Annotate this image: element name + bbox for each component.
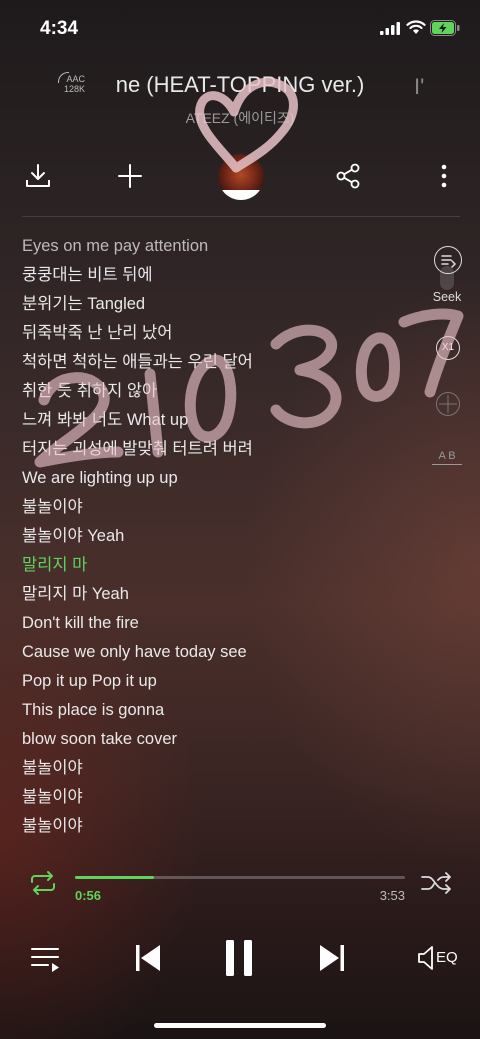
speaker-icon <box>418 946 433 970</box>
playback-speed-button[interactable]: X1 <box>436 336 460 360</box>
song-title[interactable]: ne (HEAT-TOPPING ver.) <box>0 72 480 98</box>
lyric-line[interactable]: 터지는 괴성에 발맞춰 터트려 버려 <box>22 435 422 464</box>
battery-charging-icon <box>430 20 460 36</box>
eq-label: EQ <box>436 949 458 966</box>
status-time: 4:34 <box>40 18 79 39</box>
lyric-line[interactable]: 느껴 봐봐 너도 What up <box>22 406 422 435</box>
lyric-line[interactable]: 뒤죽박죽 난 난리 났어 <box>22 319 422 348</box>
lyric-line[interactable]: We are lighting up up <box>22 464 422 493</box>
wifi-icon <box>406 20 426 34</box>
cellular-signal-icon <box>380 22 400 35</box>
album-art-thumbnail[interactable] <box>218 154 264 200</box>
lyric-line[interactable]: Don't kill the fire <box>22 609 422 638</box>
home-indicator[interactable] <box>154 1023 326 1028</box>
more-vertical-icon <box>441 164 447 188</box>
share-icon <box>336 163 360 189</box>
lyric-line[interactable]: 불놀이야 <box>22 754 422 783</box>
artist-name[interactable]: ATEEZ (에이티즈) <box>0 108 480 128</box>
lyric-line[interactable]: 불놀이야 <box>22 493 422 522</box>
lyric-line[interactable]: Cause we only have today see <box>22 638 422 667</box>
add-to-playlist-button[interactable] <box>114 160 146 192</box>
progress-bar[interactable] <box>75 876 405 879</box>
lyric-line[interactable]: 쿵쿵대는 비트 뒤에 <box>22 261 422 290</box>
header-divider <box>22 216 460 217</box>
lyric-line[interactable]: 불놀이야 <box>22 812 422 841</box>
pause-icon[interactable] <box>222 938 256 978</box>
lyric-line-current[interactable]: 말리지 마 <box>22 551 422 580</box>
repeat-icon[interactable] <box>26 870 60 896</box>
lyric-line[interactable]: 척하면 척하는 애들과는 우린 달어 <box>22 348 422 377</box>
lyric-line[interactable]: Pop it up Pop it up <box>22 667 422 696</box>
next-track-icon[interactable] <box>316 942 346 974</box>
shuffle-icon[interactable] <box>420 872 454 894</box>
ab-repeat-button[interactable]: A B <box>432 450 462 465</box>
lyric-line[interactable]: 불놀이야 Yeah <box>22 522 422 551</box>
download-button[interactable] <box>22 160 54 192</box>
lyric-line[interactable]: 말리지 마 Yeah <box>22 580 422 609</box>
crosshair-icon <box>439 395 457 413</box>
previous-track-icon[interactable] <box>134 942 164 974</box>
download-icon <box>26 164 50 187</box>
equalizer-button[interactable]: EQ <box>416 944 462 972</box>
elapsed-time: 0:56 <box>75 888 102 903</box>
seek-switch-track[interactable] <box>440 266 454 290</box>
share-button[interactable] <box>332 160 364 192</box>
seek-label: Seek <box>432 290 462 304</box>
lyrics-panel[interactable]: Eyes on me pay attention 쿵쿵대는 비트 뒤에 분위기는 T… <box>22 232 422 841</box>
lyric-line[interactable]: 취한 듯 취하지 않아 <box>22 377 422 406</box>
lyric-line[interactable]: blow soon take cover <box>22 725 422 754</box>
lyric-line[interactable]: Eyes on me pay attention <box>22 232 422 261</box>
playlist-icon[interactable] <box>30 944 62 974</box>
plus-icon <box>118 164 142 188</box>
more-options-button[interactable] <box>428 160 460 192</box>
lyric-line[interactable]: This place is gonna <box>22 696 422 725</box>
locate-current-lyric-button[interactable] <box>436 392 460 416</box>
lyric-line[interactable]: 불놀이야 <box>22 783 422 812</box>
progress-fill <box>75 876 155 879</box>
total-duration: 3:53 <box>379 888 405 903</box>
lyric-line[interactable]: 분위기는 Tangled <box>22 290 422 319</box>
song-title-marquee-fragment: I' <box>414 74 425 99</box>
